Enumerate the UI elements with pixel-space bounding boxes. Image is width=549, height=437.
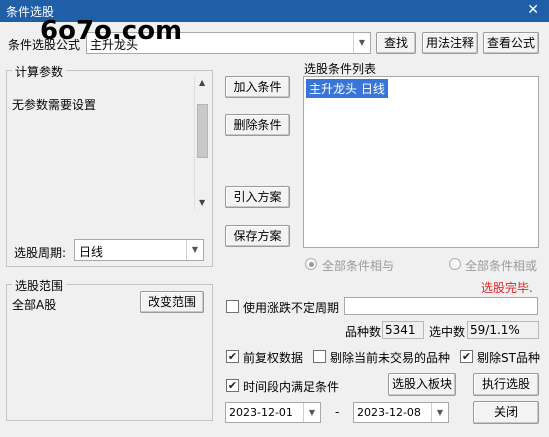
import-plan-button[interactable]: 引入方案 <box>225 186 290 208</box>
period-label: 选股周期: <box>14 246 67 260</box>
range-group-title: 选股范围 <box>12 277 67 294</box>
save-plan-button[interactable]: 保存方案 <box>225 225 290 247</box>
period-select[interactable]: 日线 ▼ <box>74 239 204 261</box>
params-group-title: 计算参数 <box>12 63 67 80</box>
end-date-value: 2023-12-08 <box>357 406 421 419</box>
chevron-down-icon[interactable]: ▼ <box>431 403 448 422</box>
forward-adjust-label: 前复权数据 <box>243 351 304 365</box>
scroll-down-icon[interactable]: ▼ <box>199 198 205 207</box>
params-scrollbar[interactable]: ▲ ▼ <box>194 76 209 210</box>
selected-value: 59/1.1% <box>467 321 539 339</box>
exclude-st-label: 剔除ST品种 <box>477 351 540 365</box>
close-button[interactable]: 关闭 <box>473 401 539 424</box>
status-text: 选股完毕. <box>481 281 533 295</box>
exclude-st-checkbox[interactable]: ✔ <box>460 350 473 363</box>
range-value: 全部A股 <box>12 298 57 312</box>
date-separator: - <box>335 405 340 419</box>
chevron-down-icon[interactable]: ▼ <box>186 240 203 260</box>
change-range-button[interactable]: 改变范围 <box>140 291 204 313</box>
scroll-thumb[interactable] <box>197 104 208 158</box>
period-value: 日线 <box>79 245 104 259</box>
find-button[interactable]: 查找 <box>376 32 416 54</box>
scroll-up-icon[interactable]: ▲ <box>199 78 205 87</box>
end-date-picker[interactable]: 2023-12-08 ▼ <box>353 402 449 423</box>
count-label: 品种数 <box>345 325 382 339</box>
time-range-label: 时间段内满足条件 <box>243 380 340 394</box>
all-or-label: 全部条件相或 <box>465 259 538 273</box>
close-icon[interactable]: ✕ <box>527 2 539 18</box>
variable-period-input[interactable] <box>344 297 538 315</box>
exclude-untraded-label: 剔除当前未交易的品种 <box>330 351 451 365</box>
condition-list-title: 选股条件列表 <box>304 62 377 76</box>
watermark: 6o7o.com <box>40 16 183 46</box>
exclude-untraded-checkbox[interactable] <box>313 350 326 363</box>
all-or-radio[interactable] <box>449 258 461 270</box>
count-value: 5341 <box>382 321 424 339</box>
time-range-checkbox[interactable]: ✔ <box>226 379 239 392</box>
variable-period-checkbox[interactable] <box>226 300 239 313</box>
chevron-down-icon[interactable]: ▼ <box>303 403 320 422</box>
execute-button[interactable]: 执行选股 <box>473 373 539 396</box>
no-params-text: 无参数需要设置 <box>12 98 97 112</box>
list-item[interactable]: 主升龙头 日线 <box>306 79 388 98</box>
start-date-value: 2023-12-01 <box>229 406 293 419</box>
add-to-block-button[interactable]: 选股入板块 <box>388 373 456 396</box>
start-date-picker[interactable]: 2023-12-01 ▼ <box>225 402 321 423</box>
condition-list[interactable]: 主升龙头 日线 <box>303 76 539 248</box>
add-condition-button[interactable]: 加入条件 <box>225 76 290 98</box>
selected-label: 选中数 <box>429 325 466 339</box>
variable-period-label: 使用涨跌不定周期 <box>243 301 340 315</box>
chevron-down-icon[interactable]: ▼ <box>353 33 370 53</box>
all-and-radio[interactable] <box>305 258 317 270</box>
usage-notes-button[interactable]: 用法注释 <box>422 32 478 54</box>
view-formula-button[interactable]: 查看公式 <box>483 32 539 54</box>
forward-adjust-checkbox[interactable]: ✔ <box>226 350 239 363</box>
delete-condition-button[interactable]: 删除条件 <box>225 114 290 136</box>
all-and-label: 全部条件相与 <box>322 259 395 273</box>
